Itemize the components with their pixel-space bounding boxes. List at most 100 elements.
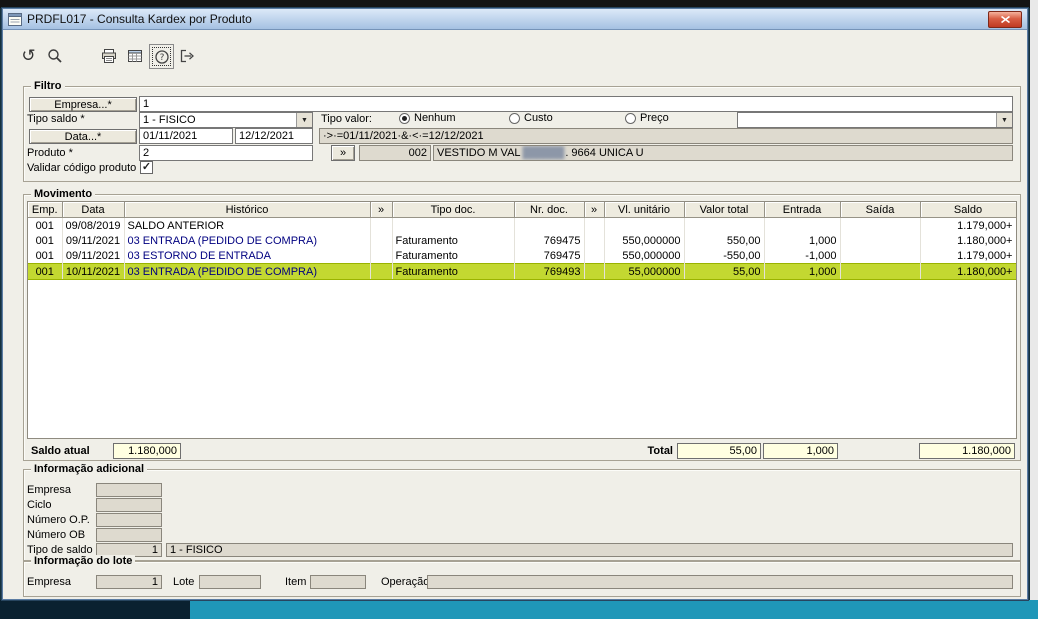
item-field — [310, 575, 366, 589]
table-row[interactable]: 001 09/08/2019 SALDO ANTERIOR 1.179,000+ — [28, 217, 1016, 233]
column-header-entrada: Entrada — [764, 202, 841, 218]
window-icon — [8, 12, 22, 26]
data-button[interactable]: Data...* — [29, 129, 137, 144]
movimento-table[interactable]: Emp. Data Histórico » Tipo doc. Nr. doc.… — [27, 201, 1017, 439]
search-icon — [47, 48, 63, 64]
adicional-ciclo-label: Ciclo — [27, 499, 52, 511]
desktop-background-right — [1030, 0, 1038, 600]
movimento-table-body: 001 09/08/2019 SALDO ANTERIOR 1.179,000+ 001… — [28, 217, 1016, 280]
item-label: Item — [285, 576, 307, 588]
column-header-historico: Histórico — [124, 202, 371, 218]
app-window: PRDFL017 - Consulta Kardex por Produto ↺… — [2, 8, 1028, 600]
produto-label: Produto * — [27, 147, 73, 159]
expand-nr-doc-button[interactable]: » — [584, 202, 605, 218]
adicional-empresa-label: Empresa — [27, 484, 72, 496]
adicional-numero-ob-field — [96, 528, 162, 542]
produto-desc-masked: ██████ — [522, 147, 565, 159]
radio-label-preco: Preço — [640, 112, 669, 124]
radio-circle-custo[interactable] — [509, 112, 520, 124]
produto-desc-prefix: VESTIDO M VAL — [437, 147, 521, 159]
tipo-valor-label: Tipo valor: — [321, 113, 372, 125]
empresa-input[interactable] — [139, 96, 1013, 112]
table-row[interactable]: 001 09/11/2021 03 ESTORNO DE ENTRADA Fatura… — [28, 248, 1016, 264]
table-row[interactable]: 001 09/11/2021 03 ENTRADA (PEDIDO DE COMPR… — [28, 233, 1016, 248]
column-header-nr-doc: Nr. doc. — [514, 202, 585, 218]
radio-circle-nenhum[interactable] — [399, 112, 410, 124]
help-button[interactable]: ? — [149, 44, 174, 69]
operacao-field — [427, 575, 1013, 589]
desktop-background-top — [0, 0, 1038, 8]
undo-button[interactable]: ↺ — [17, 44, 40, 67]
adicional-numero-op-label: Número O.P. — [27, 514, 90, 526]
produto-input[interactable] — [139, 145, 313, 161]
column-header-tipo-doc: Tipo doc. — [392, 202, 515, 218]
chevron-down-icon[interactable]: ▼ — [996, 113, 1012, 127]
table-row[interactable]: 001 10/11/2021 03 ENTRADA (PEDIDO DE COMPR… — [28, 263, 1016, 280]
calendar-icon — [127, 48, 143, 64]
tipo-valor-combo-value — [738, 113, 996, 127]
titlebar[interactable]: PRDFL017 - Consulta Kardex por Produto — [3, 9, 1027, 30]
data-fim-input[interactable] — [235, 128, 313, 144]
tipo-saldo-combobox[interactable]: 1 - FISICO ▼ — [139, 112, 313, 128]
adicional-ciclo-field — [96, 498, 162, 512]
produto-desc-suffix: . 9664 UNICA U — [565, 147, 644, 159]
radio-nenhum[interactable]: Nenhum — [399, 112, 456, 124]
adicional-numero-ob-label: Número OB — [27, 529, 86, 541]
tipo-valor-combobox[interactable]: ▼ — [737, 112, 1013, 128]
adicional-numero-op-field — [96, 513, 162, 527]
operacao-label: Operação — [381, 576, 430, 588]
filtro-group-label: Filtro — [31, 80, 65, 93]
help-icon: ? — [154, 49, 170, 65]
radio-label-nenhum: Nenhum — [414, 112, 456, 124]
calendar-button[interactable] — [123, 44, 146, 67]
column-header-emp: Emp. — [28, 202, 63, 218]
column-header-vl-unitario: Vl. unitário — [604, 202, 685, 218]
total-label: Total — [647, 445, 673, 457]
printer-icon — [101, 48, 117, 64]
column-header-saida: Saída — [840, 202, 921, 218]
lote-empresa-label: Empresa — [27, 576, 72, 588]
expand-historico-button[interactable]: » — [370, 202, 393, 218]
search-button[interactable] — [43, 44, 66, 67]
data-inicio-input[interactable] — [139, 128, 233, 144]
lote-field — [199, 575, 261, 589]
produto-codigo-field: 002 — [359, 145, 431, 161]
info-adicional-group-label: Informação adicional — [31, 463, 148, 476]
desktop-background-bottom-left — [0, 600, 190, 619]
movimento-group-label: Movimento — [31, 188, 96, 201]
close-icon — [1000, 15, 1010, 23]
column-header-data: Data — [62, 202, 125, 218]
validar-label: Validar código produto — [27, 162, 137, 174]
window-title: PRDFL017 - Consulta Kardex por Produto — [27, 12, 252, 26]
chevron-down-icon[interactable]: ▼ — [296, 113, 312, 127]
column-header-saldo: Saldo — [920, 202, 1016, 218]
adicional-empresa-field — [96, 483, 162, 497]
tipo-saldo-value: 1 - FISICO — [143, 114, 196, 126]
radio-custo[interactable]: Custo — [509, 112, 553, 124]
tipo-saldo-label: Tipo saldo * — [27, 113, 85, 125]
validar-checkbox[interactable] — [140, 161, 153, 174]
produto-expand-button[interactable]: » — [331, 145, 355, 161]
total-valor-total-field: 55,00 — [677, 443, 761, 459]
total-entrada-field: 1,000 — [763, 443, 838, 459]
lote-label: Lote — [173, 576, 195, 588]
adicional-tipo-saldo-desc-field: 1 - FISICO — [166, 543, 1013, 557]
data-expressao-field: ·>·=01/11/2021·&·<·=12/12/2021 — [319, 128, 1013, 144]
svg-text:?: ? — [159, 53, 164, 63]
info-lote-group-label: Informação do lote — [31, 555, 136, 568]
print-button[interactable] — [97, 44, 120, 67]
saldo-atual-label: Saldo atual — [31, 445, 90, 457]
close-button[interactable] — [988, 10, 1022, 28]
exit-icon — [179, 48, 195, 64]
desktop-background-bottom-right — [190, 600, 1038, 619]
produto-descricao-field: VESTIDO M VAL ██████ . 9664 UNICA U — [433, 145, 1013, 161]
table-header-row: Emp. Data Histórico » Tipo doc. Nr. doc.… — [28, 202, 1016, 218]
exit-button[interactable] — [175, 44, 198, 67]
radio-preco[interactable]: Preço — [625, 112, 669, 124]
lote-empresa-field: 1 — [96, 575, 162, 589]
empresa-button[interactable]: Empresa...* — [29, 97, 137, 112]
total-saldo-field: 1.180,000 — [919, 443, 1015, 459]
saldo-atual-field: 1.180,000 — [113, 443, 181, 459]
column-header-valor-total: Valor total — [684, 202, 765, 218]
radio-circle-preco[interactable] — [625, 112, 636, 124]
